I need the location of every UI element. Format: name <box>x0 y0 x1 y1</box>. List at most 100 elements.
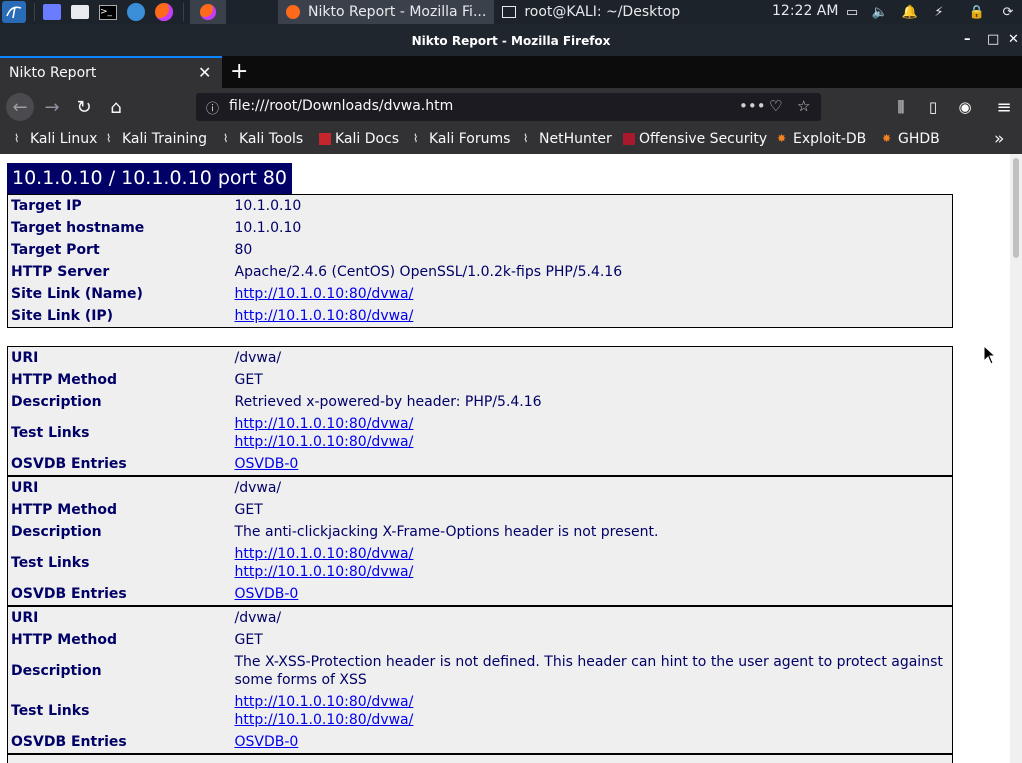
window-title: Nikto Report - Mozilla Firefox <box>411 34 611 48</box>
target-ip-value: 10.1.0.10 <box>234 198 302 214</box>
notification-bell-icon[interactable]: 🔔 <box>901 3 919 21</box>
finding-row: Description The X-XSS-Protection header i… <box>8 651 953 691</box>
menu-icon[interactable]: ≡ <box>992 95 1016 119</box>
workspace-icon[interactable] <box>41 1 63 23</box>
host-title: 10.1.0.10 / 10.1.0.10 port 80 <box>7 163 292 194</box>
finding-row: URI/dvwa/ <box>8 347 953 370</box>
kali-dragon-icon: ⌇ <box>413 132 419 145</box>
url-bar[interactable]: ⓘ file:///root/Downloads/dvwa.htm ••• ♡ … <box>196 93 821 121</box>
kali-dragon-icon: ⌇ <box>223 132 229 145</box>
finding-row: HTTP Method GET <box>8 499 953 521</box>
test-link[interactable]: http://10.1.0.10:80/dvwa/ <box>235 416 414 432</box>
bookmark-kali-training[interactable]: ⌇ Kali Training <box>106 131 207 147</box>
hostname-value: 10.1.0.10 <box>234 220 302 236</box>
method-value: GET <box>234 502 263 518</box>
bookmark-kali-linux[interactable]: ⌇ Kali Linux <box>14 131 97 147</box>
port-value: 80 <box>234 242 253 258</box>
page-content: 10.1.0.10 / 10.1.0.10 port 80 Target IP 1… <box>0 154 1010 763</box>
port-label: Target Port <box>11 242 100 258</box>
hostname-label: Target hostname <box>11 220 145 236</box>
tab-strip: Nikto Report ✕ + <box>0 56 1022 88</box>
finding-row: HTTP Method GET <box>8 369 953 391</box>
display-icon[interactable]: ▭ <box>843 3 861 21</box>
app-icon[interactable] <box>125 1 147 23</box>
osvdb-link[interactable]: OSVDB-0 <box>235 734 299 750</box>
pocket-icon[interactable]: ♡ <box>769 97 782 115</box>
uri-value: /dvwa/ <box>234 350 282 366</box>
minimize-button[interactable]: – <box>964 32 971 47</box>
file-manager-icon[interactable] <box>69 1 91 23</box>
test-link[interactable]: http://10.1.0.10:80/dvwa/ <box>235 564 414 580</box>
bookmarks-overflow-icon[interactable]: » <box>994 129 1004 149</box>
osvdb-label: OSVDB Entries <box>11 734 127 750</box>
bookmark-kali-tools[interactable]: ⌇ Kali Tools <box>223 131 303 147</box>
power-icon[interactable]: ⚡ <box>930 3 948 21</box>
library-icon[interactable]: ⫼ <box>889 95 913 119</box>
url-text[interactable]: file:///root/Downloads/dvwa.htm <box>229 98 453 114</box>
forward-button[interactable]: → <box>40 95 64 119</box>
bookmarks-toolbar: ⌇ Kali Linux ⌇ Kali Training ⌇ Kali Tools K… <box>0 126 1022 154</box>
offensive-security-icon <box>623 133 635 145</box>
osvdb-link[interactable]: OSVDB-0 <box>235 456 299 472</box>
bookmark-exploit-db[interactable]: ✸ Exploit-DB <box>777 131 866 147</box>
test-links-label: Test Links <box>11 555 90 571</box>
firefox-task-icon[interactable] <box>190 0 226 24</box>
test-link[interactable]: http://10.1.0.10:80/dvwa/ <box>235 546 414 562</box>
description-label: Description <box>11 663 102 679</box>
bookmark-kali-docs[interactable]: Kali Docs <box>319 131 399 147</box>
volume-icon[interactable]: 🔈 <box>871 3 889 21</box>
method-label: HTTP Method <box>11 372 117 388</box>
close-tab-icon[interactable]: ✕ <box>198 63 211 82</box>
table-row: Target IP 10.1.0.10 <box>8 195 953 218</box>
kali-dragon-icon: ⌇ <box>106 132 112 145</box>
page-scrollbar[interactable] <box>1010 154 1022 763</box>
bookmark-label: GHDB <box>898 131 940 147</box>
site-name-link[interactable]: http://10.1.0.10:80/dvwa/ <box>235 286 414 302</box>
bookmark-ghdb[interactable]: ✸ GHDB <box>882 131 940 147</box>
close-window-button[interactable]: ✕ <box>1008 32 1019 47</box>
uri-value: /dvwa/ <box>231 475 953 499</box>
lock-icon[interactable]: 🔒 <box>968 3 986 21</box>
terminal-icon[interactable]: >_ <box>97 1 119 23</box>
page-actions-icon[interactable]: ••• <box>739 97 766 115</box>
site-ip-link[interactable]: http://10.1.0.10:80/dvwa/ <box>235 308 414 324</box>
task-firefox[interactable]: Nikto Report - Mozilla Fi... <box>278 0 495 24</box>
task-label: Nikto Report - Mozilla Fi... <box>308 4 487 20</box>
new-tab-button[interactable]: + <box>230 59 248 84</box>
taskbar-separator <box>34 3 35 21</box>
test-links-label: Test Links <box>11 703 90 719</box>
bookmark-star-icon[interactable]: ☆ <box>797 97 810 115</box>
bookmark-nethunter[interactable]: ⌇ NetHunter <box>523 131 612 147</box>
logout-icon[interactable]: ⟳ <box>999 3 1017 21</box>
finding-row: OSVDB Entries OSVDB-0 <box>8 583 953 606</box>
account-icon[interactable]: ◉ <box>953 95 977 119</box>
firefox-launcher-icon[interactable] <box>153 1 175 23</box>
uri-label: URI <box>7 475 232 499</box>
terminal-icon <box>502 6 517 18</box>
back-button[interactable]: ← <box>6 93 34 121</box>
bookmark-label: Kali Docs <box>335 131 400 147</box>
uri-label: URI <box>11 350 39 366</box>
maximize-button[interactable]: □ <box>987 32 999 47</box>
clock[interactable]: 12:22 AM <box>772 3 838 19</box>
site-ip-label: Site Link (IP) <box>11 308 114 324</box>
kali-menu-icon[interactable] <box>2 1 26 23</box>
bookmark-label: Kali Linux <box>30 131 98 147</box>
target-ip-label: Target IP <box>11 198 82 214</box>
navigation-toolbar: ← → ↻ ⌂ ⓘ file:///root/Downloads/dvwa.ht… <box>0 88 1022 126</box>
info-icon[interactable]: ⓘ <box>206 98 219 117</box>
test-link[interactable]: http://10.1.0.10:80/dvwa/ <box>235 694 414 710</box>
scrollbar-thumb[interactable] <box>1013 158 1019 258</box>
test-link[interactable]: http://10.1.0.10:80/dvwa/ <box>235 712 414 728</box>
osvdb-label: OSVDB Entries <box>11 456 127 472</box>
test-link[interactable]: http://10.1.0.10:80/dvwa/ <box>235 434 414 450</box>
bookmark-offensive-security[interactable]: Offensive Security <box>623 131 767 147</box>
osvdb-link[interactable]: OSVDB-0 <box>235 586 299 602</box>
reload-button[interactable]: ↻ <box>72 95 96 119</box>
task-terminal[interactable]: root@KALI: ~/Desktop <box>494 0 688 24</box>
bookmark-kali-forums[interactable]: ⌇ Kali Forums <box>413 131 510 147</box>
sidebar-icon[interactable]: ▯ <box>921 95 945 119</box>
table-row: HTTP Server Apache/2.4.6 (CentOS) OpenSSL… <box>8 261 953 283</box>
home-button[interactable]: ⌂ <box>104 95 128 119</box>
tab-nikto-report[interactable]: Nikto Report ✕ <box>0 56 222 88</box>
